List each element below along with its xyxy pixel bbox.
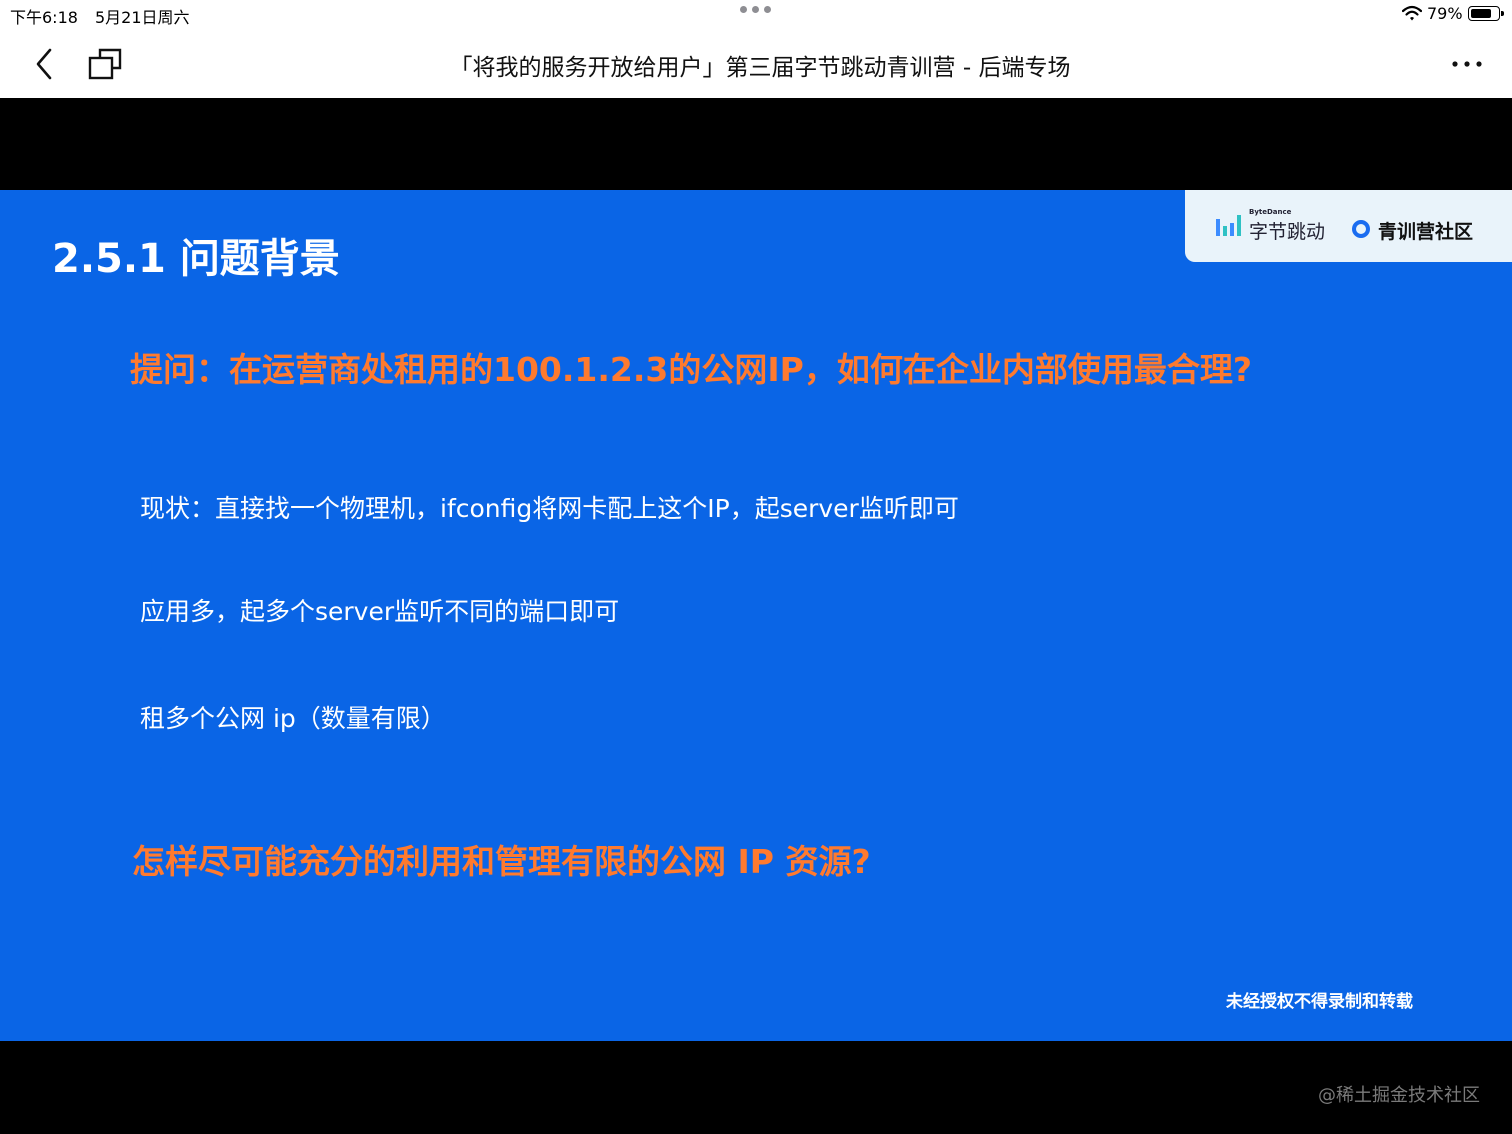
multitasking-dots-icon[interactable] — [740, 6, 772, 18]
watermark: @稀土掘金技术社区 — [1318, 1085, 1480, 1106]
status-date: 5月21日周六 — [95, 8, 190, 27]
window-icon[interactable] — [86, 46, 124, 82]
bytedance-small-label: ByteDance — [1249, 208, 1292, 216]
status-time: 下午6:18 — [10, 8, 78, 27]
slide: ByteDance 字节跳动 青训营社区 2.5.1 问题背景 提问：在运营商处… — [0, 190, 1512, 1041]
nav-bar: 「将我的服务开放给用户」第三届字节跳动青训营 - 后端专场 — [0, 30, 1512, 98]
bytedance-name: 字节跳动 — [1249, 221, 1326, 243]
copyright-notice: 未经授权不得录制和转载 — [1226, 992, 1413, 1012]
status-bar: 下午6:18 5月21日周六 79% — [0, 0, 1512, 30]
community-name: 青训营社区 — [1378, 221, 1474, 243]
wifi-icon — [1402, 5, 1422, 21]
closing-question: 怎样尽可能充分的利用和管理有限的公网 IP 资源? — [132, 842, 871, 881]
battery-icon — [1468, 6, 1504, 21]
page-title: 「将我的服务开放给用户」第三届字节跳动青训营 - 后端专场 — [449, 55, 1071, 81]
more-icon[interactable] — [1446, 50, 1488, 78]
question-text: 提问：在运营商处租用的100.1.2.3的公网IP，如何在企业内部使用最合理? — [130, 350, 1252, 389]
bytedance-logo-icon — [1216, 215, 1241, 236]
slide-title: 2.5.1 问题背景 — [52, 236, 340, 282]
bullet-point: 现状：直接找一个物理机，ifconfig将网卡配上这个IP，起server监听即… — [140, 494, 959, 523]
bullet-point: 租多个公网 ip（数量有限） — [140, 704, 446, 733]
bullet-point: 应用多，起多个server监听不同的端口即可 — [140, 597, 620, 626]
logo-box: ByteDance 字节跳动 青训营社区 — [1185, 190, 1512, 262]
community-logo-icon — [1352, 220, 1370, 238]
battery-percent: 79% — [1427, 4, 1463, 23]
back-chevron-icon[interactable] — [28, 44, 62, 84]
